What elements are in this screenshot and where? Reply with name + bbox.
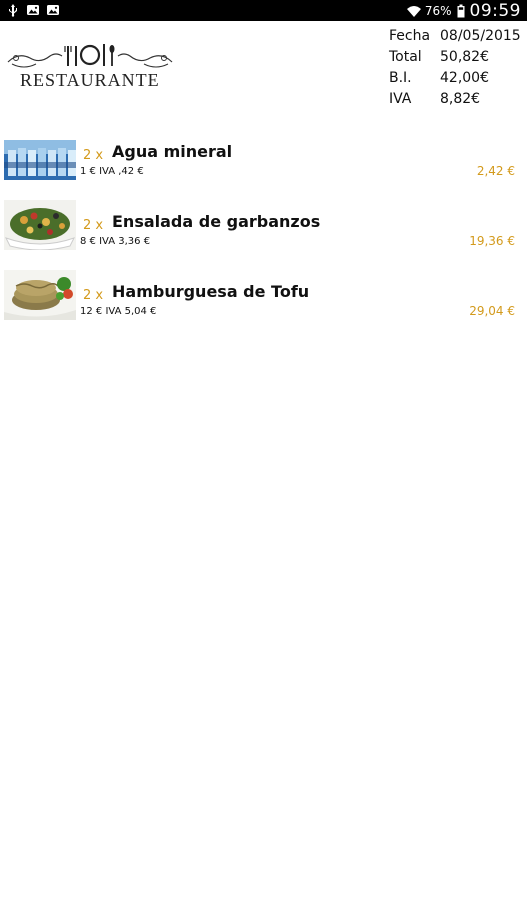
summary-label: Fecha xyxy=(389,28,431,44)
summary-value: 8,82€ xyxy=(440,91,481,107)
summary-row-bi: B.I. 42,00€ xyxy=(389,68,521,89)
item-price: 19,36 € xyxy=(469,234,515,248)
item-quantity: 2 x xyxy=(83,148,104,163)
item-name: Hamburguesa de Tofu xyxy=(112,282,310,301)
image-icon xyxy=(26,3,40,17)
summary-label: IVA xyxy=(389,91,412,107)
image-icon xyxy=(46,3,60,17)
usb-icon xyxy=(6,3,20,17)
summary-value: 50,82€ xyxy=(440,49,489,65)
summary-value: 42,00€ xyxy=(440,70,489,86)
summary-label: B.I. xyxy=(389,70,412,86)
status-bar: 76% 09:59 xyxy=(0,0,527,21)
summary-row-total: Total 50,82€ xyxy=(389,47,521,68)
item-name: Agua mineral xyxy=(112,142,233,161)
list-item[interactable]: 2 x Hamburguesa de Tofu 12 € IVA 5,04 € … xyxy=(0,270,527,334)
restaurant-logo: RESTAURANTE xyxy=(6,40,174,96)
list-item[interactable]: 2 x Ensalada de garbanzos 8 € IVA 3,36 €… xyxy=(0,200,527,264)
item-quantity: 2 x xyxy=(83,218,104,233)
item-thumbnail xyxy=(4,200,76,250)
item-thumbnail xyxy=(4,270,76,320)
cutlery-ornament-icon xyxy=(7,44,173,68)
logo-text: RESTAURANTE xyxy=(20,70,160,90)
summary-row-iva: IVA 8,82€ xyxy=(389,89,521,110)
summary-row-fecha: Fecha 08/05/2015 xyxy=(389,26,521,47)
list-item[interactable]: 2 x Agua mineral 1 € IVA ,42 € 2,42 € xyxy=(0,138,527,194)
item-price: 2,42 € xyxy=(476,164,515,178)
order-summary: Fecha 08/05/2015 Total 50,82€ B.I. 42,00… xyxy=(389,26,521,110)
item-thumbnail xyxy=(4,140,76,180)
summary-label: Total xyxy=(389,49,422,65)
item-unit-detail: 1 € IVA ,42 € xyxy=(80,166,144,177)
battery-icon xyxy=(457,4,465,18)
summary-value: 08/05/2015 xyxy=(440,28,521,44)
battery-percent: 76% xyxy=(424,3,452,18)
status-bar-right: 76% 09:59 xyxy=(406,0,521,21)
item-name: Ensalada de garbanzos xyxy=(112,212,321,231)
item-quantity: 2 x xyxy=(83,288,104,303)
item-unit-detail: 8 € IVA 3,36 € xyxy=(80,236,151,247)
clock: 09:59 xyxy=(469,0,521,21)
status-bar-left-icons xyxy=(6,3,60,17)
item-unit-detail: 12 € IVA 5,04 € xyxy=(80,306,157,317)
wifi-icon xyxy=(406,4,421,18)
item-price: 29,04 € xyxy=(469,304,515,318)
